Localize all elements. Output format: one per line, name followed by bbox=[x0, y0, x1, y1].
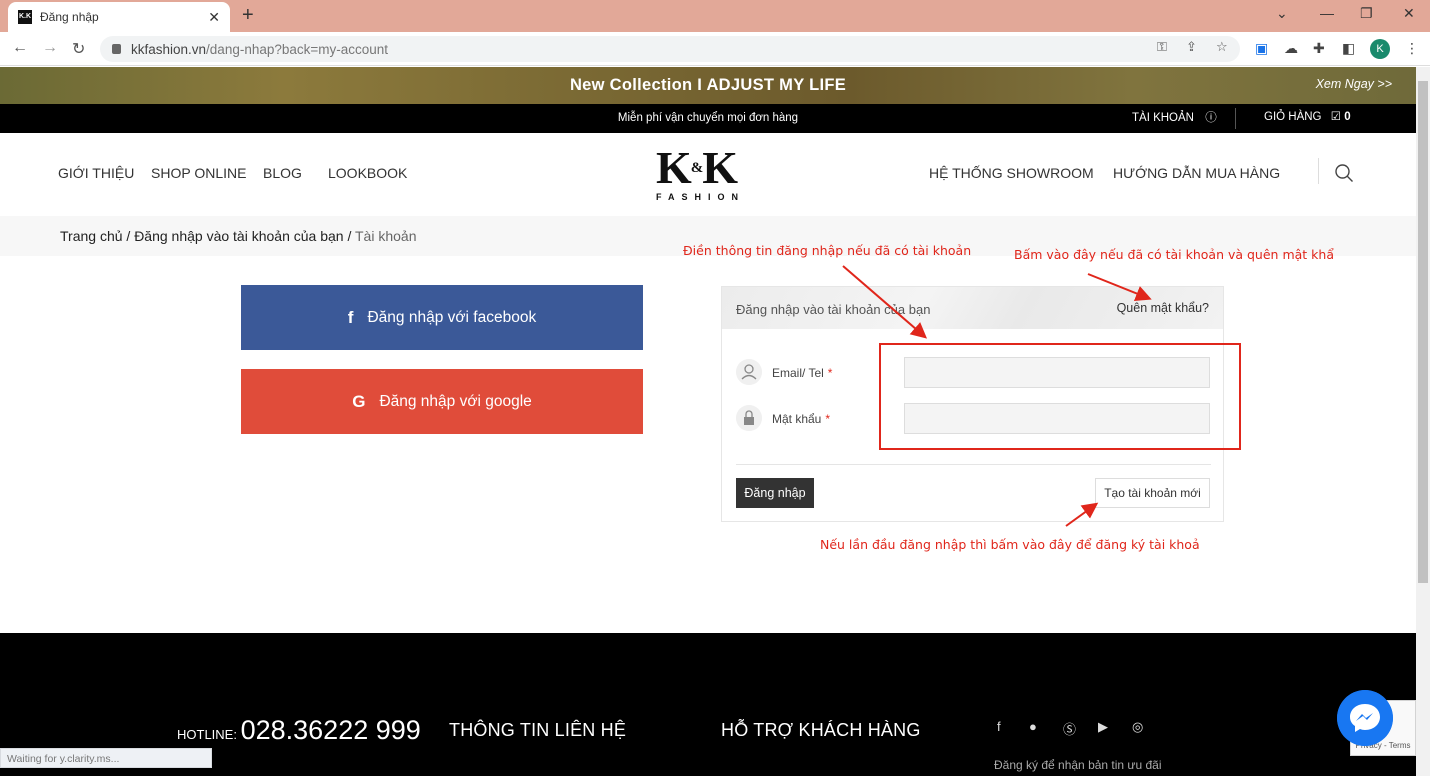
hotline-label: HOTLINE: bbox=[177, 727, 237, 742]
forgot-password-link[interactable]: Quên mật khẩu? bbox=[1117, 301, 1209, 315]
cart-label: GIỎ HÀNG bbox=[1264, 111, 1322, 123]
forward-icon[interactable]: → bbox=[42, 39, 58, 57]
logo-k1: K bbox=[656, 142, 692, 193]
facebook-login-label: Đăng nhập với facebook bbox=[367, 308, 537, 326]
site-logo[interactable]: K&K FASHION bbox=[656, 145, 748, 205]
url-host: kkfashion.vn bbox=[131, 41, 207, 57]
footer-support-heading: HỖ TRỢ KHÁCH HÀNG bbox=[721, 720, 921, 740]
google-icon: G bbox=[352, 391, 366, 411]
topbar-divider bbox=[1235, 108, 1236, 129]
banner-link[interactable]: Xem Ngay >> bbox=[1316, 77, 1392, 91]
youtube-icon[interactable]: ▶ bbox=[1098, 719, 1108, 735]
top-bar: Miễn phí vận chuyển mọi đơn hàng TÀI KHO… bbox=[0, 104, 1416, 133]
lock-icon bbox=[112, 44, 121, 54]
cart-link[interactable]: GIỎ HÀNG ☑ 0 bbox=[1264, 109, 1351, 123]
account-label: TÀI KHOẢN bbox=[1132, 112, 1194, 124]
minimize-icon[interactable]: — bbox=[1320, 5, 1334, 21]
extension-icon[interactable]: ▣ bbox=[1255, 40, 1268, 57]
password-label-text: Mật khẩu bbox=[772, 412, 822, 426]
reload-icon[interactable]: ↻ bbox=[72, 39, 85, 59]
url-input[interactable]: kkfashion.vn/dang-nhap?back=my-account bbox=[100, 36, 1240, 62]
password-label: Mật khẩu * bbox=[772, 412, 830, 426]
login-panel-header: Đăng nhập vào tài khoản của bạn Quên mật… bbox=[722, 287, 1223, 329]
facebook-login-button[interactable]: f Đăng nhập với facebook bbox=[241, 285, 643, 350]
register-button[interactable]: Tạo tài khoản mới bbox=[1095, 478, 1210, 508]
browser-tab-bar: K.K Đăng nhập ✕ + ⌄ — ❐ ✕ bbox=[0, 0, 1430, 32]
info-icon: ⓘ bbox=[1205, 112, 1217, 124]
footer-contact-heading: THÔNG TIN LIÊN HỆ bbox=[449, 720, 627, 740]
site-footer: HOTLINE: 028.36222 999 THÔNG TIN LIÊN HỆ… bbox=[0, 633, 1416, 776]
share-icon[interactable]: ⇪ bbox=[1186, 39, 1197, 55]
breadcrumb-home[interactable]: Trang chủ bbox=[60, 228, 123, 244]
nav-guide[interactable]: HƯỚNG DẪN MUA HÀNG bbox=[1113, 165, 1280, 181]
page-scrollbar[interactable] bbox=[1416, 67, 1430, 776]
key-icon[interactable]: ⚿ bbox=[1157, 39, 1167, 55]
logo-subtitle: FASHION bbox=[656, 192, 746, 202]
search-icon[interactable] bbox=[1334, 163, 1354, 183]
puzzle-icon[interactable]: ✚ bbox=[1313, 40, 1325, 57]
close-window-icon[interactable]: ✕ bbox=[1403, 5, 1415, 22]
required-mark: * bbox=[827, 366, 833, 380]
cart-icon: ☑ bbox=[1330, 111, 1342, 123]
maximize-icon[interactable]: ❐ bbox=[1360, 5, 1373, 22]
breadcrumb-current: Tài khoản bbox=[355, 228, 417, 244]
tab-title: Đăng nhập bbox=[40, 10, 99, 24]
banner-title: New Collection I ADJUST MY LIFE bbox=[569, 76, 847, 94]
scrollbar-thumb[interactable] bbox=[1418, 81, 1428, 583]
google-login-button[interactable]: G Đăng nhập với google bbox=[241, 369, 643, 434]
facebook-icon[interactable]: f bbox=[997, 719, 1001, 734]
site-header: GIỚI THIỆU SHOP ONLINE BLOG LOOKBOOK K&K… bbox=[0, 133, 1416, 216]
email-label-text: Email/ Tel bbox=[772, 366, 824, 380]
hotline-number[interactable]: 028.36222 999 bbox=[241, 715, 421, 745]
menu-icon[interactable]: ⋮ bbox=[1405, 40, 1419, 57]
cart-count: 0 bbox=[1344, 111, 1351, 123]
account-link[interactable]: TÀI KHOẢN ⓘ bbox=[1132, 109, 1217, 125]
annotation-fill-info: Điền thông tin đăng nhập nếu đã có tài k… bbox=[683, 243, 972, 258]
zalo-icon[interactable]: ● bbox=[1029, 719, 1037, 734]
promo-banner[interactable]: New Collection I ADJUST MY LIFE Xem Ngay… bbox=[0, 67, 1416, 104]
chevron-down-icon[interactable]: ⌄ bbox=[1276, 5, 1288, 22]
google-login-label: Đăng nhập với google bbox=[379, 392, 532, 410]
breadcrumb-sep: / bbox=[122, 228, 135, 244]
skype-icon[interactable]: Ⓢ bbox=[1063, 719, 1076, 738]
login-button[interactable]: Đăng nhập bbox=[736, 478, 814, 508]
hotline: HOTLINE: 028.36222 999 bbox=[177, 715, 421, 746]
new-tab-icon[interactable]: + bbox=[242, 4, 254, 27]
profile-avatar[interactable]: K bbox=[1370, 39, 1390, 59]
browser-tab[interactable]: K.K Đăng nhập ✕ bbox=[8, 2, 230, 32]
newsletter-text: Đăng ký để nhận bản tin ưu đãi bbox=[994, 758, 1162, 772]
nav-shop-online[interactable]: SHOP ONLINE bbox=[151, 165, 246, 181]
nav-lookbook[interactable]: LOOKBOOK bbox=[328, 165, 407, 181]
search-divider bbox=[1318, 158, 1319, 184]
login-panel-title: Đăng nhập vào tài khoản của bạn bbox=[736, 302, 931, 317]
email-label: Email/ Tel * bbox=[772, 366, 832, 380]
breadcrumb: Trang chủ / Đăng nhập vào tài khoản của … bbox=[60, 228, 416, 244]
sidepanel-icon[interactable]: ◧ bbox=[1342, 40, 1355, 57]
instagram-icon[interactable]: ◎ bbox=[1132, 719, 1143, 735]
nav-blog[interactable]: BLOG bbox=[263, 165, 302, 181]
breadcrumb-sep: / bbox=[343, 228, 355, 244]
cast-icon[interactable]: ☁ bbox=[1284, 40, 1298, 57]
annotation-highlight-box bbox=[879, 343, 1241, 450]
annotation-forgot-hint: Bấm vào đây nếu đã có tài khoản và quên … bbox=[1014, 247, 1335, 262]
favicon-icon: K.K bbox=[18, 10, 32, 24]
messenger-icon[interactable] bbox=[1337, 690, 1393, 746]
user-icon bbox=[736, 359, 762, 385]
annotation-register-hint: Nếu lần đầu đăng nhập thì bấm vào đây để… bbox=[820, 537, 1200, 552]
lock-icon bbox=[736, 405, 762, 431]
breadcrumb-login[interactable]: Đăng nhập vào tài khoản của bạn bbox=[134, 228, 343, 244]
logo-amp: & bbox=[690, 160, 703, 176]
nav-about[interactable]: GIỚI THIỆU bbox=[58, 165, 134, 181]
url-path: /dang-nhap?back=my-account bbox=[206, 41, 389, 57]
facebook-icon: f bbox=[347, 307, 354, 327]
address-bar: ← → ↻ kkfashion.vn/dang-nhap?back=my-acc… bbox=[0, 32, 1430, 66]
required-mark: * bbox=[825, 412, 831, 426]
logo-k2: K bbox=[702, 142, 738, 193]
back-icon[interactable]: ← bbox=[12, 39, 28, 57]
close-tab-icon[interactable]: ✕ bbox=[208, 9, 220, 26]
star-icon[interactable]: ☆ bbox=[1216, 39, 1228, 55]
panel-divider bbox=[736, 464, 1211, 465]
nav-showroom[interactable]: HỆ THỐNG SHOWROOM bbox=[929, 165, 1094, 181]
status-bar: Waiting for y.clarity.ms... bbox=[0, 748, 212, 768]
